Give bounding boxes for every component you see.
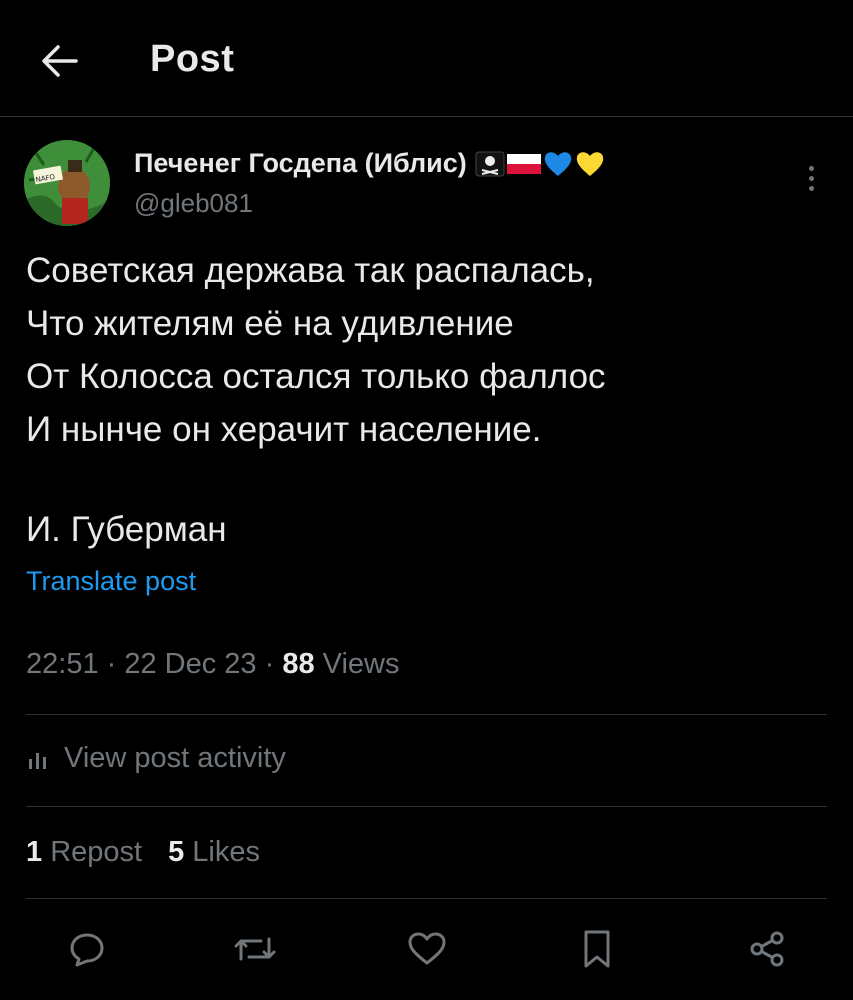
reposts-label: Repost — [50, 836, 143, 868]
likes-count: 5 — [168, 836, 185, 868]
more-dot-icon — [808, 175, 814, 181]
like-button[interactable] — [404, 926, 450, 972]
more-options-button[interactable] — [796, 158, 826, 198]
top-bar: Post — [0, 0, 853, 117]
share-icon — [750, 931, 784, 967]
divider — [26, 898, 827, 899]
divider — [26, 806, 827, 807]
post-body: Советская держава так распалась, Что жит… — [26, 244, 826, 556]
like-icon — [408, 932, 446, 965]
share-button[interactable] — [744, 926, 790, 972]
views-count: 88 — [282, 648, 315, 680]
bookmark-button[interactable] — [574, 926, 620, 972]
blue-heart-icon — [544, 151, 571, 176]
divider — [26, 714, 827, 715]
author-name-text: Печенег Госдепа (Иблис) — [134, 148, 467, 178]
author-row: NAFO Печенег Госдепа (Иблис) @gleb081 — [0, 138, 853, 228]
skull-crossbones-icon — [475, 151, 505, 176]
reposts-stat[interactable]: 1 Repost — [26, 836, 142, 869]
translate-post-link[interactable]: Translate post — [26, 566, 196, 597]
analytics-icon — [29, 752, 46, 769]
avatar[interactable]: NAFO — [24, 140, 110, 226]
post-signature: И. Губерман — [26, 510, 227, 549]
page-title: Post — [150, 38, 235, 80]
post-time[interactable]: 22:51 — [26, 648, 99, 680]
yellow-heart-icon — [576, 151, 603, 176]
author-emojis — [475, 150, 605, 178]
repost-icon — [234, 937, 276, 961]
meta-separator: · — [256, 648, 283, 680]
post-line: Советская держава так распалась, — [26, 251, 595, 290]
post-date[interactable]: 22 Dec 23 — [124, 648, 256, 680]
post-meta: 22:51 · 22 Dec 23 · 88 Views — [26, 648, 400, 681]
views-label: Views — [314, 648, 400, 680]
likes-label: Likes — [192, 836, 260, 868]
more-dot-icon — [808, 185, 814, 191]
post-line: От Колосса остался только фаллос — [26, 357, 606, 396]
post-line: Что жителям её на удивление — [26, 304, 514, 343]
reposts-count: 1 — [26, 836, 43, 868]
avatar-image: NAFO — [24, 140, 110, 226]
more-dot-icon — [808, 165, 814, 171]
view-post-activity-label: View post activity — [64, 742, 286, 774]
view-post-activity-button[interactable]: View post activity — [26, 742, 286, 775]
likes-stat[interactable]: 5 Likes — [168, 836, 260, 869]
action-bar — [0, 918, 853, 978]
poland-flag-icon — [506, 153, 541, 174]
post-line: И нынче он херачит население. — [26, 410, 542, 449]
bookmark-icon — [584, 930, 610, 968]
meta-separator: · — [98, 648, 125, 680]
reply-button[interactable] — [64, 926, 110, 972]
repost-button[interactable] — [232, 926, 278, 972]
arrow-left-icon — [42, 45, 78, 77]
author-name[interactable]: Печенег Госдепа (Иблис) — [134, 148, 605, 179]
author-handle[interactable]: @gleb081 — [134, 188, 253, 219]
engagement-stats: 1 Repost 5 Likes — [26, 836, 260, 869]
back-button[interactable] — [38, 42, 80, 80]
reply-icon — [70, 933, 104, 967]
post-spacer — [26, 456, 826, 503]
